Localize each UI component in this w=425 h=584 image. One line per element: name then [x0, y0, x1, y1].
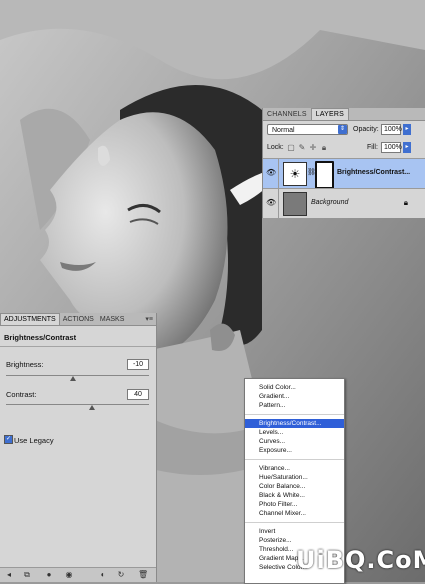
menu-separator: [245, 459, 344, 460]
tab-channels[interactable]: CHANNELS: [263, 109, 311, 120]
use-legacy-label: Use Legacy: [14, 436, 54, 445]
adjustments-panel-tabs: ADJUSTMENTS ACTIONS MASKS ▾≡: [0, 313, 156, 326]
menu-item[interactable]: Levels...: [245, 428, 344, 437]
visibility-eye-icon[interactable]: ◉: [64, 570, 74, 580]
back-arrow-icon[interactable]: ◂: [4, 570, 14, 580]
adjustments-panel: ADJUSTMENTS ACTIONS MASKS ▾≡ Brightness/…: [0, 313, 157, 582]
menu-item[interactable]: Black & White...: [245, 491, 344, 500]
menu-item[interactable]: Posterize...: [245, 536, 344, 545]
divider: [0, 346, 156, 347]
use-legacy-checkbox[interactable]: ✓: [4, 435, 13, 444]
lock-transparent-pixels-icon[interactable]: ▢: [287, 143, 295, 152]
chevron-updown-icon: ⇕: [338, 125, 347, 134]
tab-actions[interactable]: ACTIONS: [60, 314, 97, 325]
layer-mask-thumbnail[interactable]: [315, 161, 334, 189]
adjustment-title: Brightness/Contrast: [4, 333, 77, 342]
tab-masks[interactable]: MASKS: [97, 314, 128, 325]
eye-icon[interactable]: 👁︎: [266, 168, 276, 178]
layer-row-brightness-contrast[interactable]: 👁︎ ☀ ⛓ Brightness/Contrast...: [263, 158, 425, 189]
trash-icon[interactable]: 🗑︎: [138, 570, 148, 580]
layer-name: Brightness/Contrast...: [337, 169, 411, 176]
brightness-label: Brightness:: [6, 360, 44, 369]
tab-layers[interactable]: LAYERS: [310, 108, 350, 120]
eye-icon[interactable]: 👁︎: [266, 198, 276, 208]
layer-name: Background: [311, 199, 349, 206]
divider: [278, 189, 279, 218]
opacity-label: Opacity:: [353, 126, 379, 133]
menu-item[interactable]: Solid Color...: [245, 383, 344, 392]
contrast-slider-track[interactable]: [6, 404, 149, 405]
opacity-dropdown-button[interactable]: ▸: [403, 124, 411, 135]
lock-image-pixels-icon[interactable]: ✎: [298, 143, 306, 152]
layer-thumbnail: [283, 192, 307, 216]
blend-mode-select[interactable]: Normal ⇕: [267, 124, 348, 135]
expand-view-icon[interactable]: ⧉: [22, 570, 32, 580]
reset-icon[interactable]: ↻: [116, 570, 126, 580]
divider: [278, 159, 279, 188]
opacity-field[interactable]: 100%: [381, 124, 402, 135]
lock-position-icon[interactable]: ✛: [309, 143, 317, 152]
brightness-slider-handle[interactable]: [69, 376, 76, 381]
menu-item[interactable]: Hue/Saturation...: [245, 473, 344, 482]
contrast-slider-handle[interactable]: [88, 405, 95, 410]
menu-item[interactable]: Exposure...: [245, 446, 344, 455]
fill-dropdown-button[interactable]: ▸: [403, 142, 411, 153]
menu-item[interactable]: Gradient...: [245, 392, 344, 401]
lock-all-icon[interactable]: 🔒︎: [320, 143, 328, 152]
adjustments-bottom-bar: ◂ ⧉ ● ◉ ◐ ↻ 🗑︎: [0, 567, 156, 582]
adjustment-layer-icon: ☀: [283, 162, 307, 186]
menu-item[interactable]: Invert: [245, 527, 344, 536]
menu-item[interactable]: Pattern...: [245, 401, 344, 410]
watermark-logo: UiBQ.CoM: [296, 546, 425, 574]
tab-adjustments[interactable]: ADJUSTMENTS: [0, 313, 60, 325]
brightness-field[interactable]: -10: [127, 359, 149, 370]
blend-mode-value: Normal: [272, 127, 295, 134]
panel-menu-icon[interactable]: ▾≡: [145, 315, 153, 323]
menu-item[interactable]: Vibrance...: [245, 464, 344, 473]
clip-to-layer-icon[interactable]: ●: [44, 570, 54, 580]
contrast-field[interactable]: 40: [127, 389, 149, 400]
previous-state-icon[interactable]: ◐: [98, 570, 108, 580]
layers-panel: CHANNELS LAYERS Normal ⇕ Opacity: 100% ▸…: [262, 108, 425, 218]
menu-item[interactable]: Curves...: [245, 437, 344, 446]
layers-panel-tabs: CHANNELS LAYERS: [263, 108, 425, 121]
contrast-label: Contrast:: [6, 390, 37, 399]
layer-row-background[interactable]: 👁︎ Background 🔒︎: [263, 188, 425, 218]
menu-separator: [245, 522, 344, 523]
brightness-slider-track[interactable]: [6, 375, 149, 376]
fill-field[interactable]: 100%: [381, 142, 402, 153]
menu-item[interactable]: Photo Filter...: [245, 500, 344, 509]
menu-separator: [245, 414, 344, 415]
fill-label: Fill:: [367, 144, 378, 151]
lock-icon: 🔒︎: [403, 198, 408, 207]
menu-item[interactable]: Channel Mixer...: [245, 509, 344, 518]
menu-item[interactable]: Color Balance...: [245, 482, 344, 491]
lock-label: Lock:: [267, 144, 284, 151]
menu-item[interactable]: Brightness/Contrast...: [245, 419, 344, 428]
